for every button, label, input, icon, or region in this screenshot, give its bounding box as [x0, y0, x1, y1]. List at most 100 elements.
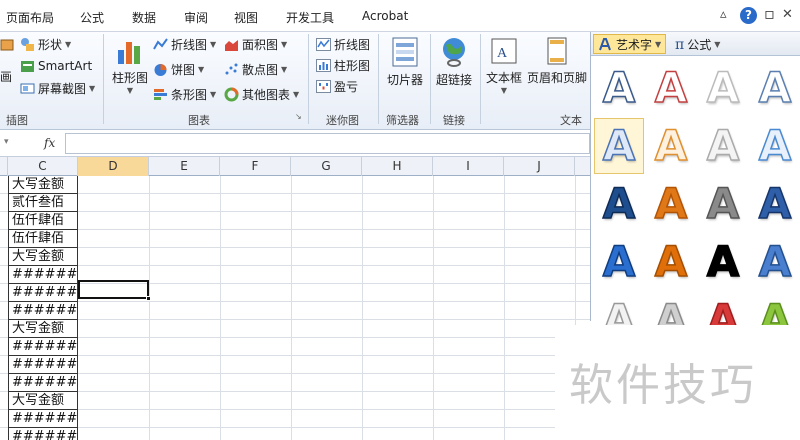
tab-data[interactable]: 数据	[132, 9, 156, 26]
column-chart-button[interactable]: 柱形图 ▼	[108, 36, 152, 95]
wordart-style-1[interactable]: A	[594, 60, 644, 116]
hyperlink-label: 超链接	[435, 73, 472, 87]
wordart-style-13[interactable]: A	[594, 234, 644, 290]
cell-c[interactable]: ########	[8, 428, 78, 440]
column-header-h[interactable]: H	[362, 157, 433, 176]
cell-c[interactable]: ########	[8, 266, 78, 284]
tab-formulas[interactable]: 公式	[80, 9, 104, 26]
wordart-style-9[interactable]: A	[594, 176, 644, 232]
sparkline-column-button[interactable]: 柱形图	[316, 55, 370, 75]
wordart-style-14[interactable]: A	[646, 234, 696, 290]
help-icon[interactable]: ?	[740, 7, 757, 24]
wordart-letter: A	[706, 179, 740, 228]
tab-view[interactable]: 视图	[234, 9, 258, 26]
wordart-style-11[interactable]: A	[698, 176, 748, 232]
charts-dialog-launcher-icon[interactable]: ↘	[295, 112, 302, 121]
ribbon-minimize-icon[interactable]: ▵	[720, 7, 727, 22]
wordart-letter: A	[602, 237, 636, 286]
sparkline-winloss-button[interactable]: 盈亏	[316, 76, 358, 96]
header-footer-icon	[547, 37, 567, 65]
column-header-f[interactable]: F	[220, 157, 291, 176]
smartart-button[interactable]: SmartArt	[20, 56, 92, 76]
other-charts-button[interactable]: 其他图表 ▼	[224, 84, 299, 104]
tab-acrobat[interactable]: Acrobat	[362, 9, 408, 23]
wordart-style-4[interactable]: A	[750, 60, 800, 116]
bar-chart-icon	[154, 88, 167, 100]
restore-window-icon[interactable]: ▫	[764, 4, 775, 23]
wordart-style-5[interactable]: A	[594, 118, 644, 174]
column-header-c[interactable]: C	[8, 157, 78, 176]
other-charts-label: 其他图表	[242, 87, 291, 102]
equation-button[interactable]: π 公式 ▼	[675, 36, 720, 53]
column-chart-label: 柱形图	[111, 71, 148, 85]
area-chart-button[interactable]: 面积图 ▼	[224, 34, 287, 54]
wordart-letter: A	[654, 237, 688, 286]
tab-review[interactable]: 审阅	[184, 9, 208, 26]
cell-c[interactable]: 大写金额	[8, 320, 78, 338]
column-header-i[interactable]: I	[433, 157, 504, 176]
worksheet[interactable]: C D E F G H I J 大写金额 贰仟叁佰 伍仟肆佰 伍仟肆佰 大写金额…	[0, 157, 590, 440]
cell-c[interactable]: ########	[8, 356, 78, 374]
wordart-style-8[interactable]: A	[750, 118, 800, 174]
column-header-g[interactable]: G	[291, 157, 362, 176]
column-chart-icon	[118, 42, 140, 64]
textbox-button[interactable]: A 文本框 ▼	[484, 36, 524, 95]
group-separator	[378, 34, 379, 124]
wordart-style-3[interactable]: A	[698, 60, 748, 116]
clip-art-button[interactable]: 画	[0, 66, 12, 86]
wordart-style-12[interactable]: A	[750, 176, 800, 232]
clip-art-label: 画	[0, 69, 13, 84]
close-window-icon[interactable]: ✕	[782, 7, 793, 22]
cell-c[interactable]: ########	[8, 302, 78, 320]
formula-bar-menu-icon[interactable]: ▾	[4, 137, 9, 147]
cell-c[interactable]: ########	[8, 284, 78, 302]
picture-partial-icon[interactable]	[0, 34, 15, 54]
header-footer-label: 页眉和页脚	[526, 71, 587, 85]
tab-developer[interactable]: 开发工具	[286, 9, 334, 26]
line-chart-button[interactable]: 折线图 ▼	[153, 34, 216, 54]
column-header-j[interactable]: J	[504, 157, 575, 176]
bar-chart-button[interactable]: 条形图 ▼	[153, 84, 216, 104]
cell-c[interactable]: 大写金额	[8, 392, 78, 410]
wordart-letter: A	[654, 63, 688, 112]
wordart-style-2[interactable]: A	[646, 60, 696, 116]
tab-page-layout[interactable]: 页面布局	[6, 9, 54, 26]
wordart-style-15[interactable]: A	[698, 234, 748, 290]
column-header-e[interactable]: E	[149, 157, 220, 176]
table-row: 伍仟肆佰	[0, 230, 590, 248]
wordart-style-10[interactable]: A	[646, 176, 696, 232]
scatter-chart-button[interactable]: 散点图 ▼	[224, 59, 287, 79]
hyperlink-button[interactable]: 超链接	[432, 36, 476, 88]
slicer-button[interactable]: 切片器	[382, 36, 428, 88]
column-header-d[interactable]: D	[78, 157, 149, 176]
screenshot-button[interactable]: 屏幕截图 ▼	[20, 78, 95, 98]
line-chart-icon	[153, 37, 168, 49]
wordart-style-6[interactable]: A	[646, 118, 696, 174]
pie-chart-button[interactable]: 饼图 ▼	[153, 59, 204, 79]
wordart-letter: A	[758, 179, 792, 228]
cell-c[interactable]: ########	[8, 374, 78, 392]
insert-function-icon[interactable]: fx	[44, 136, 55, 150]
wordart-button[interactable]: 艺术字 ▼	[593, 34, 667, 54]
table-row: ########	[0, 410, 590, 428]
shapes-button[interactable]: 形状 ▼	[20, 34, 71, 54]
cell-c[interactable]: 伍仟肆佰	[8, 212, 78, 230]
cell-c[interactable]: 大写金额	[8, 176, 78, 194]
cell-c[interactable]: 大写金额	[8, 248, 78, 266]
formula-input[interactable]	[65, 133, 590, 154]
sparkline-line-button[interactable]: 折线图	[316, 34, 370, 54]
cell-c[interactable]: 贰仟叁佰	[8, 194, 78, 212]
wordart-label: 艺术字	[616, 37, 653, 52]
cell-c[interactable]: ########	[8, 338, 78, 356]
table-row: ########	[0, 374, 590, 392]
wordart-letter: A	[758, 63, 792, 112]
active-cell-d8[interactable]	[78, 280, 149, 299]
cell-c[interactable]: ########	[8, 410, 78, 428]
fill-handle[interactable]	[146, 296, 151, 301]
group-illustrations-label: 插图	[6, 114, 28, 127]
cell-c[interactable]: 伍仟肆佰	[8, 230, 78, 248]
header-footer-button[interactable]: 页眉和页脚	[526, 36, 588, 86]
wordart-style-16[interactable]: A	[750, 234, 800, 290]
wordart-letter: A	[654, 179, 688, 228]
wordart-style-7[interactable]: A	[698, 118, 748, 174]
